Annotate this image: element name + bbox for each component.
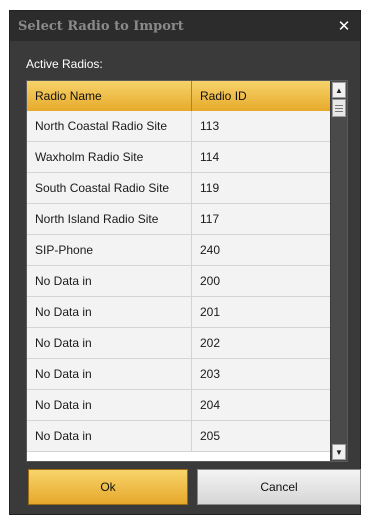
table-row[interactable]: SIP-Phone 240: [27, 235, 332, 266]
radio-name-cell: North Coastal Radio Site: [27, 111, 192, 141]
table-row[interactable]: No Data in 203: [27, 359, 332, 390]
grid-rows: North Coastal Radio Site 113 Waxholm Rad…: [27, 111, 332, 452]
radio-name-cell: No Data in: [27, 328, 192, 358]
radio-name-cell: South Coastal Radio Site: [27, 173, 192, 203]
radio-id-cell: 114: [200, 150, 220, 164]
ok-button[interactable]: Ok: [28, 469, 188, 505]
radio-name-cell: No Data in: [27, 266, 192, 296]
radio-id-cell: 203: [200, 367, 221, 381]
scroll-down-icon[interactable]: ▼: [332, 444, 346, 460]
table-row[interactable]: No Data in 202: [27, 328, 332, 359]
radio-name-cell: North Island Radio Site: [27, 204, 192, 234]
table-row[interactable]: North Coastal Radio Site 113: [27, 111, 332, 142]
grip-line: [335, 110, 343, 112]
radio-name-cell: No Data in: [27, 390, 192, 420]
radio-id-cell: 201: [200, 305, 221, 319]
table-row[interactable]: No Data in 204: [27, 390, 332, 421]
radio-name-cell: No Data in: [27, 421, 192, 451]
radio-id-cell: 204: [200, 398, 221, 412]
table-row[interactable]: North Island Radio Site 117: [27, 204, 332, 235]
radio-name-cell: No Data in: [27, 359, 192, 389]
radio-id-cell: 205: [200, 429, 221, 443]
active-radios-label: Active Radios:: [26, 57, 103, 71]
column-header-radio-name[interactable]: Radio Name: [27, 81, 192, 111]
grip-line: [335, 104, 343, 106]
vertical-scrollbar[interactable]: ▲ ▼: [330, 81, 347, 461]
radio-id-cell: 113: [200, 119, 220, 133]
table-row[interactable]: No Data in 205: [27, 421, 332, 452]
radio-name-cell: No Data in: [27, 297, 192, 327]
select-radio-dialog: Select Radio to Import ✕ Active Radios: …: [9, 10, 361, 515]
table-row[interactable]: No Data in 200: [27, 266, 332, 297]
grid-header: Radio Name Radio ID: [27, 81, 332, 112]
column-header-radio-id[interactable]: Radio ID: [192, 81, 332, 111]
radio-name-cell: SIP-Phone: [27, 235, 192, 265]
radio-grid: Radio Name Radio ID North Coastal Radio …: [26, 80, 348, 462]
radio-id-cell: 117: [200, 212, 220, 226]
radio-id-cell: 202: [200, 336, 221, 350]
table-row[interactable]: Waxholm Radio Site 114: [27, 142, 332, 173]
radio-name-cell: Waxholm Radio Site: [27, 142, 192, 172]
dialog-title: Select Radio to Import: [18, 19, 184, 34]
title-bar: Select Radio to Import ✕: [10, 11, 360, 41]
close-icon[interactable]: ✕: [334, 16, 354, 36]
scroll-thumb[interactable]: [332, 99, 346, 117]
radio-id-cell: 119: [200, 181, 220, 195]
radio-id-cell: 200: [200, 274, 221, 288]
grip-line: [335, 107, 343, 109]
table-row[interactable]: South Coastal Radio Site 119: [27, 173, 332, 204]
table-row[interactable]: No Data in 201: [27, 297, 332, 328]
scroll-up-icon[interactable]: ▲: [332, 82, 346, 98]
cancel-button[interactable]: Cancel: [197, 469, 361, 505]
radio-id-cell: 240: [200, 243, 221, 257]
